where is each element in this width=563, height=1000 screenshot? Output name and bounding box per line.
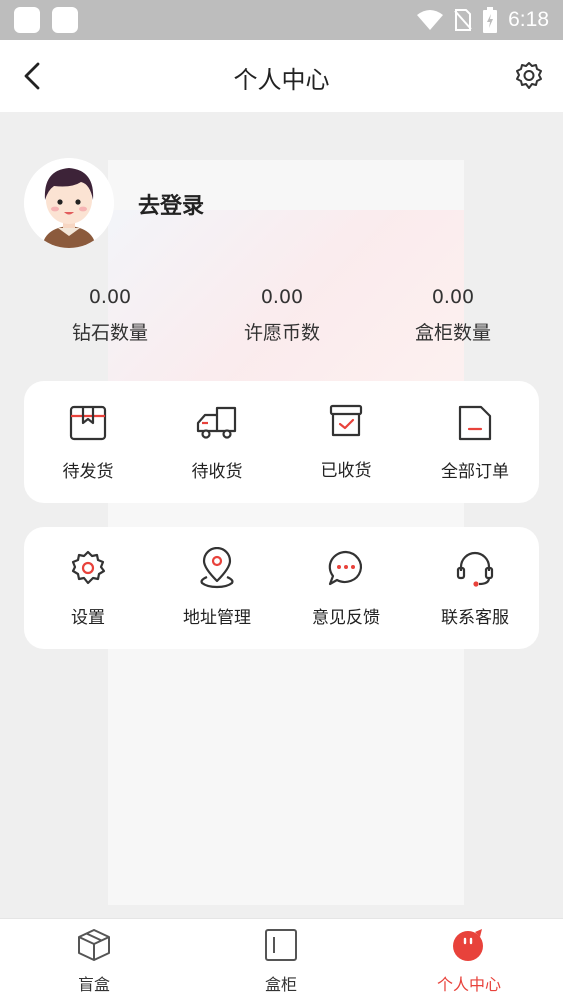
service-customer-support[interactable]: 联系客服 [411, 527, 539, 649]
bottom-tab-bar: 盲盒 盒柜 个人中心 [0, 918, 563, 1000]
tab-profile[interactable]: 个人中心 [399, 919, 539, 1000]
document-icon [458, 405, 492, 441]
profile-face-icon [453, 929, 483, 961]
orders-card: 待发货 待收货 已收货 全部订单 [24, 381, 539, 503]
service-label: 设置 [71, 608, 105, 628]
service-label: 地址管理 [183, 608, 251, 628]
order-label: 待发货 [62, 462, 114, 482]
stat-label: 盒柜数量 [414, 322, 491, 344]
battery-icon [483, 7, 498, 33]
wifi-icon [417, 10, 444, 30]
order-label: 已收货 [320, 461, 372, 481]
stat-label: 许愿币数 [243, 322, 320, 344]
tab-blind-box[interactable]: 盲盒 [24, 919, 164, 1000]
cube-icon [78, 929, 110, 961]
stat-wish-coins[interactable]: 0.00 许愿币数 [207, 286, 357, 345]
service-settings[interactable]: 设置 [24, 527, 152, 649]
location-pin-icon [200, 547, 234, 589]
notification-icon [14, 7, 40, 33]
stat-cabinet-count[interactable]: 0.00 盒柜数量 [378, 286, 528, 345]
service-address[interactable]: 地址管理 [153, 527, 281, 649]
settings-gear-icon[interactable] [513, 60, 545, 92]
stat-value: 0.00 [260, 286, 304, 308]
stat-value: 0.00 [431, 286, 475, 308]
order-received[interactable]: 已收货 [282, 381, 410, 503]
cabinet-icon [265, 929, 297, 961]
chat-bubble-icon [328, 550, 362, 586]
services-card: 设置 地址管理 意见反馈 联系客服 [24, 527, 539, 649]
stat-value: 0.00 [88, 286, 132, 308]
avatar[interactable] [24, 158, 114, 248]
service-label: 意见反馈 [312, 608, 380, 628]
avatar-boy-icon [24, 158, 114, 248]
stat-diamonds[interactable]: 0.00 钻石数量 [35, 286, 185, 345]
no-sim-icon [454, 9, 472, 31]
page-title: 个人中心 [233, 66, 330, 94]
login-link[interactable]: 去登录 [138, 188, 204, 220]
stats-row: 0.00 钻石数量 0.00 许愿币数 0.00 盒柜数量 [24, 286, 539, 346]
app-header: 个人中心 [0, 40, 563, 112]
tab-label: 盒柜 [264, 975, 297, 994]
tab-label: 个人中心 [436, 975, 501, 994]
package-icon [69, 405, 107, 441]
order-all[interactable]: 全部订单 [411, 381, 539, 503]
headset-icon [456, 551, 494, 587]
order-pending-receipt[interactable]: 待收货 [153, 381, 281, 503]
stat-label: 钻石数量 [71, 322, 148, 344]
box-check-icon [329, 404, 363, 437]
order-label: 待收货 [191, 462, 243, 482]
status-bar: 6:18 [0, 0, 563, 40]
tab-label: 盲盒 [77, 975, 110, 994]
gear-icon [71, 550, 106, 585]
tab-cabinet[interactable]: 盒柜 [211, 919, 351, 1000]
clock: 6:18 [508, 8, 549, 31]
service-label: 联系客服 [441, 608, 509, 628]
service-feedback[interactable]: 意见反馈 [282, 527, 410, 649]
order-pending-shipment[interactable]: 待发货 [24, 381, 152, 503]
order-label: 全部订单 [441, 462, 509, 482]
truck-icon [196, 406, 237, 439]
notification-icon [52, 7, 78, 33]
